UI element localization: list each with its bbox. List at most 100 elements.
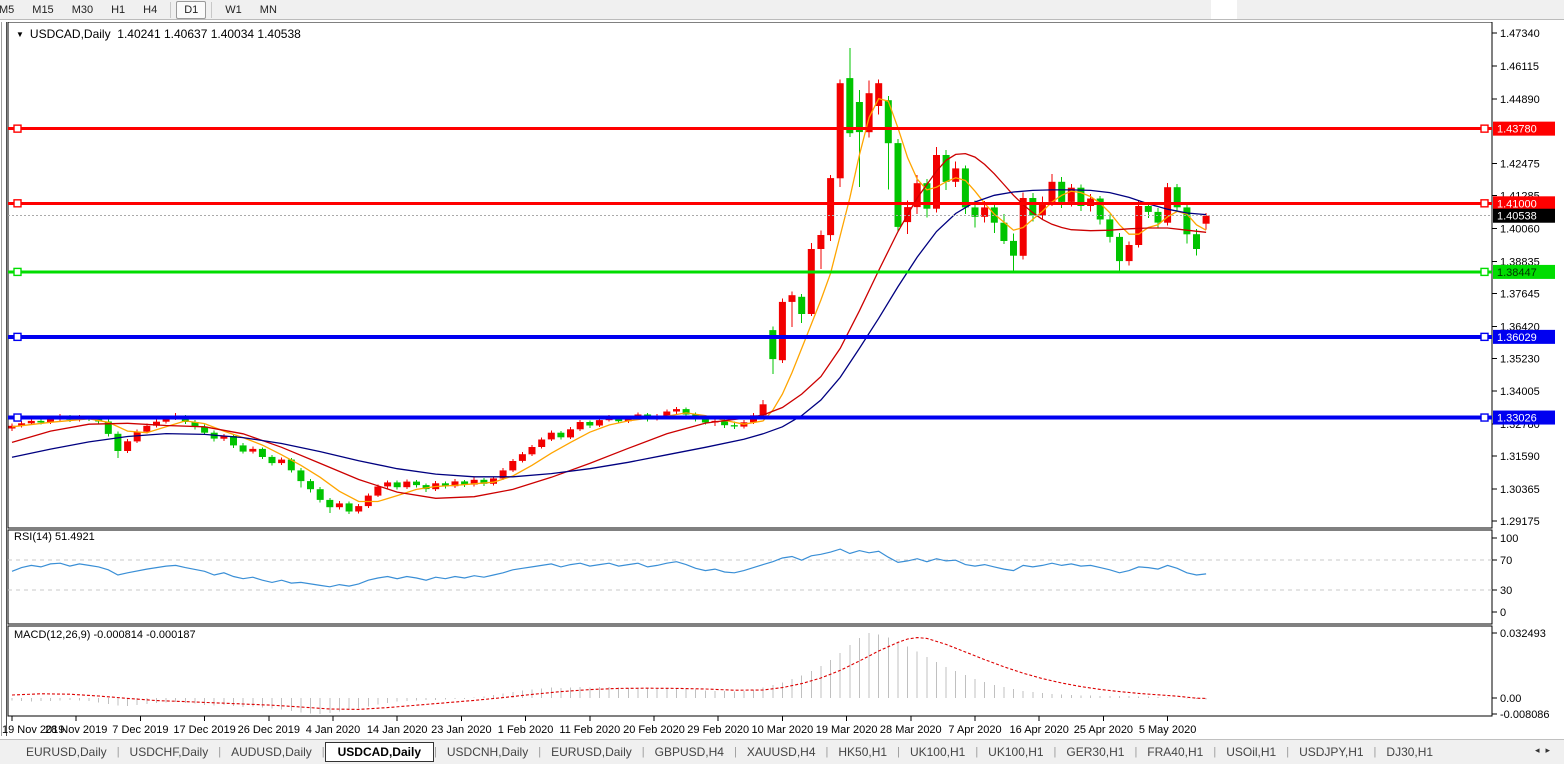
- symbol-tab-USDCAD-Daily[interactable]: USDCAD,Daily: [325, 742, 434, 762]
- symbol-tab-GER30-H1[interactable]: GER30,H1: [1056, 743, 1134, 761]
- toolbar-separator: [170, 2, 171, 18]
- candle: [933, 155, 940, 209]
- toolbar-white-patch: [1211, 0, 1237, 19]
- candle: [529, 447, 536, 454]
- candle: [991, 207, 998, 222]
- candle: [326, 500, 333, 507]
- timeframe-button-D1[interactable]: D1: [176, 1, 206, 19]
- candle: [509, 461, 516, 470]
- candle: [808, 249, 815, 314]
- symbol-tab-USDCNH-Daily[interactable]: USDCNH,Daily: [437, 743, 538, 761]
- level-handle[interactable]: [1481, 414, 1488, 421]
- timeframe-button-H1[interactable]: H1: [103, 1, 133, 19]
- candle: [278, 460, 285, 464]
- symbol-tab-XAUUSD-H4[interactable]: XAUUSD,H4: [737, 743, 826, 761]
- symbol-tab-bar: EURUSD,Daily|USDCHF,Daily|AUDUSD,Daily|U…: [0, 739, 1564, 764]
- date-axis: 19 Nov 201928 Nov 20197 Dec 201917 Dec 2…: [2, 716, 1196, 736]
- candle: [827, 178, 834, 235]
- tab-scroll-arrows[interactable]: ◂▸: [1535, 745, 1556, 756]
- candle: [249, 449, 256, 452]
- symbol-tab-EURUSD-Daily[interactable]: EURUSD,Daily: [541, 743, 642, 761]
- symbol-tab-AUDUSD-Daily[interactable]: AUDUSD,Daily: [221, 743, 322, 761]
- macd-axis-label: 0.032493: [1500, 628, 1546, 640]
- date-tick-label: 26 Dec 2019: [238, 724, 300, 736]
- candle: [297, 470, 304, 481]
- symbol-tab-FRA40-H1[interactable]: FRA40,H1: [1137, 743, 1213, 761]
- symbol-tab-GBPUSD-H4[interactable]: GBPUSD,H4: [645, 743, 734, 761]
- candle: [779, 302, 786, 360]
- macd-axis-label: -0.008086: [1500, 709, 1550, 721]
- date-tick-label: 5 May 2020: [1139, 724, 1196, 736]
- level-handle[interactable]: [1481, 268, 1488, 275]
- date-tick-label: 17 Dec 2019: [173, 724, 235, 736]
- candle: [1135, 206, 1142, 245]
- candle: [374, 487, 381, 496]
- symbol-tab-USDCHF-Daily[interactable]: USDCHF,Daily: [120, 743, 219, 761]
- macd-indicator-label: MACD(12,26,9) -0.000814 -0.000187: [14, 629, 196, 641]
- date-tick-label: 4 Jan 2020: [306, 724, 360, 736]
- tab-scroll-left-icon[interactable]: ◂: [1535, 745, 1546, 755]
- timeframe-button-MN[interactable]: MN: [252, 1, 285, 19]
- candle: [1145, 206, 1152, 212]
- timeframe-button-W1[interactable]: W1: [217, 1, 250, 19]
- candle: [114, 434, 121, 451]
- candle: [1126, 245, 1133, 261]
- price-tick-label: 1.44890: [1500, 94, 1540, 106]
- symbol-tab-HK50-H1[interactable]: HK50,H1: [828, 743, 897, 761]
- toolbar-separator: [211, 2, 212, 18]
- symbol-tab-UK100-H1[interactable]: UK100,H1: [900, 743, 975, 761]
- date-tick-label: 11 Feb 2020: [559, 724, 620, 736]
- price-tick-label: 1.42475: [1500, 159, 1540, 171]
- level-handle[interactable]: [14, 125, 21, 132]
- date-tick-label: 29 Feb 2020: [687, 724, 749, 736]
- chart-dropdown-icon[interactable]: ▼: [16, 30, 24, 39]
- candle: [37, 421, 44, 423]
- symbol-tab-USOil-H1[interactable]: USOil,H1: [1216, 743, 1286, 761]
- candle: [1155, 212, 1162, 223]
- chart-canvas: 1.473401.461151.448901.424751.412851.400…: [0, 22, 1564, 736]
- rsi-axis-label: 30: [1500, 585, 1512, 597]
- timeframe-button-M30[interactable]: M30: [64, 1, 101, 19]
- date-tick-label: 20 Feb 2020: [623, 724, 685, 736]
- date-tick-label: 23 Jan 2020: [431, 724, 492, 736]
- candle: [403, 482, 410, 488]
- candle: [731, 425, 738, 426]
- price-pane: [8, 22, 1492, 528]
- rsi-axis-label: 0: [1500, 607, 1506, 619]
- timeframe-button-H4[interactable]: H4: [135, 1, 165, 19]
- candle: [1193, 234, 1200, 249]
- tab-scroll-right-icon[interactable]: ▸: [1545, 745, 1556, 755]
- candle: [355, 506, 362, 511]
- symbol-tab-UK100-H1[interactable]: UK100,H1: [978, 743, 1053, 761]
- date-tick-label: 10 Mar 2020: [752, 724, 814, 736]
- level-handle[interactable]: [1481, 125, 1488, 132]
- level-handle[interactable]: [1481, 333, 1488, 340]
- candle: [519, 454, 526, 461]
- price-tick-label: 1.30365: [1500, 484, 1540, 496]
- timeframe-button-M15[interactable]: M15: [24, 1, 61, 19]
- candle: [895, 143, 902, 227]
- date-tick-label: 7 Apr 2020: [948, 724, 1001, 736]
- date-tick-label: 28 Nov 2019: [45, 724, 107, 736]
- symbol-tab-EURUSD-Daily[interactable]: EURUSD,Daily: [16, 743, 117, 761]
- level-handle[interactable]: [14, 414, 21, 421]
- date-tick-label: 28 Mar 2020: [880, 724, 942, 736]
- timeframe-button-M5[interactable]: M5: [0, 1, 22, 19]
- svg-text:1.36029: 1.36029: [1497, 332, 1537, 344]
- candle: [702, 419, 709, 422]
- candle: [28, 421, 35, 423]
- candle: [259, 449, 266, 457]
- level-handle[interactable]: [1481, 200, 1488, 207]
- level-handle[interactable]: [14, 333, 21, 340]
- symbol-tab-DJ30-H1[interactable]: DJ30,H1: [1376, 743, 1443, 761]
- rsi-axis-label: 70: [1500, 555, 1512, 567]
- chart-window: 1.473401.461151.448901.424751.412851.400…: [0, 22, 1564, 736]
- level-handle[interactable]: [14, 268, 21, 275]
- candle: [384, 482, 391, 486]
- rsi-pane: [8, 530, 1492, 624]
- level-handle[interactable]: [14, 200, 21, 207]
- date-tick-label: 1 Feb 2020: [498, 724, 554, 736]
- symbol-tab-USDJPY-H1[interactable]: USDJPY,H1: [1289, 743, 1373, 761]
- price-tick-label: 1.46115: [1500, 61, 1539, 73]
- price-tick-label: 1.35230: [1500, 353, 1540, 365]
